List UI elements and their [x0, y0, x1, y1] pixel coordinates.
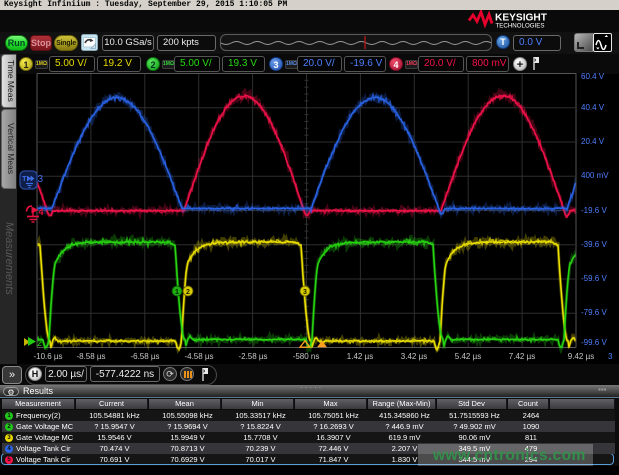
svg-text:3: 3	[303, 289, 307, 296]
svg-text:2: 2	[37, 338, 42, 348]
svg-text:3: 3	[38, 174, 44, 185]
svg-text:4: 4	[39, 207, 44, 217]
svg-text:2: 2	[186, 289, 190, 296]
svg-text:T: T	[22, 174, 27, 183]
svg-text:1: 1	[175, 289, 179, 296]
